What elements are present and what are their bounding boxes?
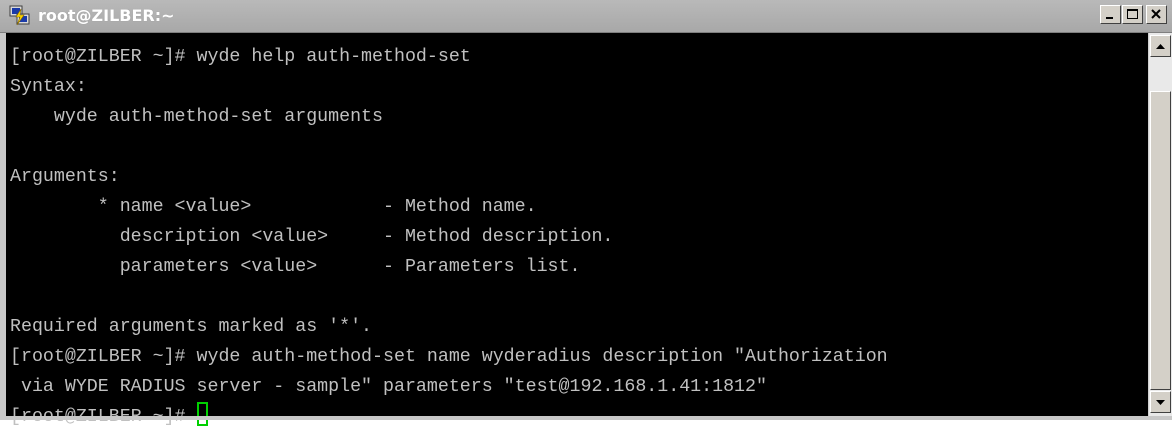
maximize-button[interactable] bbox=[1122, 5, 1143, 24]
terminal-line: description <value> - Method description… bbox=[10, 222, 888, 252]
terminal-line: Arguments: bbox=[10, 162, 888, 192]
terminal-line: via WYDE RADIUS server - sample" paramet… bbox=[10, 372, 888, 402]
title-bar[interactable]: root@ZILBER:~ bbox=[0, 0, 1172, 33]
scrollbar-thumb[interactable] bbox=[1150, 91, 1171, 390]
vertical-scrollbar[interactable] bbox=[1148, 33, 1172, 416]
scrollbar-track[interactable] bbox=[1150, 58, 1171, 390]
close-button[interactable] bbox=[1146, 5, 1167, 24]
terminal-line: Required arguments marked as '*'. bbox=[10, 312, 888, 342]
maximize-icon bbox=[1127, 9, 1138, 19]
terminal-line: * name <value> - Method name. bbox=[10, 192, 888, 222]
terminal-output: [root@ZILBER ~]# wyde help auth-method-s… bbox=[10, 42, 888, 432]
terminal-line-text: [root@ZILBER ~]# wyde auth-method-set na… bbox=[10, 347, 888, 367]
terminal-line-text: Syntax: bbox=[10, 77, 87, 97]
terminal-line: [root@ZILBER ~]# wyde help auth-method-s… bbox=[10, 42, 888, 72]
terminal-line-text: via WYDE RADIUS server - sample" paramet… bbox=[10, 377, 767, 397]
terminal-line-text: * name <value> - Method name. bbox=[10, 197, 537, 217]
arrow-down-icon bbox=[1156, 400, 1165, 405]
window-title: root@ZILBER:~ bbox=[38, 6, 175, 25]
terminal-line-text: description <value> - Method description… bbox=[10, 227, 614, 247]
arrow-up-icon bbox=[1156, 44, 1165, 49]
terminal-line-text: parameters <value> - Parameters list. bbox=[10, 257, 581, 277]
putty-icon[interactable] bbox=[9, 5, 31, 27]
terminal-line: wyde auth-method-set arguments bbox=[10, 102, 888, 132]
minimize-button[interactable] bbox=[1100, 5, 1121, 24]
terminal-line-text: wyde auth-method-set arguments bbox=[10, 107, 383, 127]
terminal-screen[interactable]: [root@ZILBER ~]# wyde help auth-method-s… bbox=[6, 33, 1148, 427]
scroll-up-button[interactable] bbox=[1150, 35, 1171, 57]
terminal-line: [root@ZILBER ~]# wyde auth-method-set na… bbox=[10, 342, 888, 372]
minimize-icon bbox=[1106, 17, 1113, 19]
terminal-line: parameters <value> - Parameters list. bbox=[10, 252, 888, 282]
close-icon bbox=[1151, 9, 1161, 19]
scroll-down-button[interactable] bbox=[1150, 391, 1171, 413]
terminal-line-text: Required arguments marked as '*'. bbox=[10, 317, 373, 337]
terminal-line: Syntax: bbox=[10, 72, 888, 102]
window-frame-bottom bbox=[0, 416, 1172, 420]
terminal-cursor bbox=[196, 402, 208, 426]
terminal-window: root@ZILBER:~ [root@ZILBER ~]# wyde help… bbox=[0, 0, 1172, 427]
terminal-line-text: [root@ZILBER ~]# wyde help auth-method-s… bbox=[10, 47, 471, 67]
terminal-line-text: Arguments: bbox=[10, 167, 120, 187]
